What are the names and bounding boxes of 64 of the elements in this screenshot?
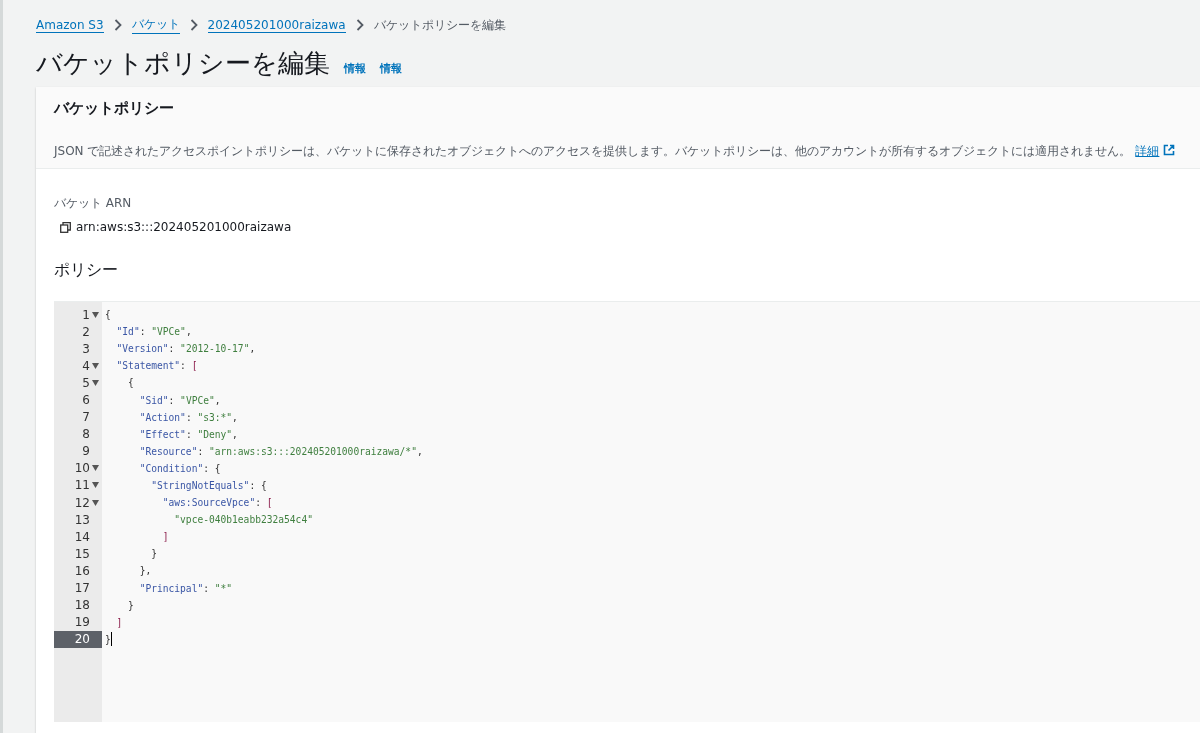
code-line: }, [138,565,152,577]
code-line: ] [115,616,123,628]
fold-arrow-icon[interactable] [92,362,99,369]
external-link-icon [1163,144,1176,156]
line-number: 10 [54,459,102,477]
card-title: バケットポリシー [54,99,175,118]
copy-icon[interactable] [60,221,71,233]
page-title: バケットポリシーを編集 [36,47,330,80]
line-number: 13 [73,511,91,529]
code-line: } [105,633,111,645]
line-number: 12 [54,494,102,512]
code-line: "Principal": "*" [138,582,233,594]
line-number: 19 [73,614,91,631]
fold-arrow-icon[interactable] [92,482,99,489]
code-line: "Effect": "Deny", [138,428,238,440]
arn-value: arn:aws:s3:::202405201000raizawa [76,220,292,234]
line-number: 7 [81,409,91,426]
line-number: 17 [73,580,91,597]
line-number: 6 [81,392,91,409]
code-line: ] [161,531,169,543]
line-number: 8 [81,426,91,443]
chevron-right-icon [189,19,198,31]
line-number: 4 [54,357,102,375]
fold-arrow-icon[interactable] [92,311,99,318]
code-line: { [105,309,111,321]
code-line: "Statement": [ [115,360,198,372]
arn-label: バケット ARN [54,195,133,212]
fold-arrow-icon[interactable] [92,465,99,472]
chevron-right-icon [113,19,122,31]
line-number: 14 [73,528,91,546]
breadcrumb-current: バケットポリシーを編集 [373,16,506,34]
code-line: { [127,377,134,389]
line-number: 20 [54,630,102,648]
code-line: "StringNotEquals": { [150,480,267,491]
details-link[interactable]: 詳細 [1135,144,1160,158]
line-number: 3 [81,340,91,358]
code-line: } [127,599,134,611]
code-line: "Condition": { [138,462,221,474]
breadcrumb-link[interactable]: 202405201000raizawa [207,17,346,33]
policy-label: ポリシー [54,260,119,281]
breadcrumb-link[interactable]: Amazon S3 [36,17,104,33]
code-line: "Id": "VPCe", [115,326,192,338]
chevron-right-icon [355,19,364,31]
line-number: 9 [81,443,91,460]
fold-arrow-icon[interactable] [92,379,99,386]
breadcrumb-link[interactable]: バケット [131,16,180,34]
code-line: "aws:SourceVpce": [ [161,497,273,509]
info-link[interactable]: 情報 [380,61,402,76]
code-line: } [150,548,157,560]
code-line: "vpce-040b1eabb232a54c4" [173,514,313,526]
code-line: "Action": "s3:*", [138,411,238,423]
card-description: JSON で記述されたアクセスポイントポリシーは、バケットに保存されたオブジェクトへのアクセスを提供します。バケットポリシーは、他のアカウントが所有するオブジェクトには適用されません。 詳細 [54,142,1182,160]
code-line: "Sid": "VPCe", [138,394,221,406]
fold-arrow-icon[interactable] [92,499,99,506]
line-number: 16 [73,562,91,580]
line-number: 1 [54,306,102,324]
line-number: 11 [54,476,102,495]
info-link[interactable]: 情報 [344,61,366,76]
line-number: 18 [73,597,91,614]
code-line: "Resource": "arn:aws:s3:::202405201000raizawa/*", [138,445,423,457]
line-number: 15 [73,545,91,563]
line-number: 5 [54,374,102,392]
code-line: "Version": "2012-10-17", [115,343,256,355]
line-number: 2 [81,323,91,341]
